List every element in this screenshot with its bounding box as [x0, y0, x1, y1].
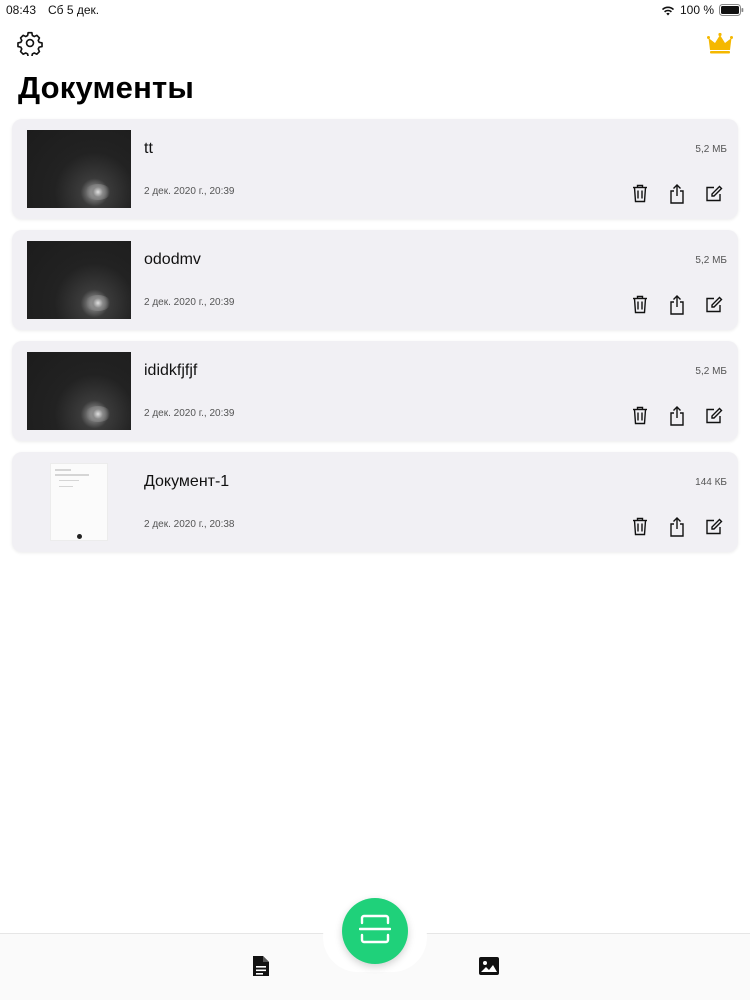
edit-icon: [705, 518, 723, 536]
edit-button[interactable]: [703, 405, 724, 426]
tab-documents[interactable]: [251, 955, 271, 977]
status-bar: 08:43 Сб 5 дек. 100 %: [0, 0, 750, 20]
status-time: 08:43: [6, 3, 37, 17]
document-size: 5,2 МБ: [695, 255, 727, 266]
document-name: tt: [144, 140, 153, 157]
document-actions: [629, 405, 724, 426]
document-size: 5,2 МБ: [695, 144, 727, 155]
delete-button[interactable]: [629, 183, 650, 204]
battery-percent: 100 %: [679, 3, 714, 17]
status-date: Сб 5 дек.: [48, 3, 100, 17]
wifi-icon: [661, 5, 675, 16]
document-actions: [629, 516, 724, 537]
page-title: Документы: [18, 70, 195, 105]
document-card[interactable]: ididkfjfjf 5,2 МБ 2 дек. 2020 г., 20:39: [12, 341, 738, 441]
edit-button[interactable]: [703, 294, 724, 315]
settings-button[interactable]: [17, 30, 43, 58]
tab-gallery[interactable]: [478, 956, 500, 976]
battery-icon: [719, 4, 744, 16]
document-thumbnail: [27, 352, 131, 430]
document-name: Документ-1: [144, 473, 230, 490]
documents-screen: 08:43 Сб 5 дек. 100 % Документы tt 5,2 М…: [0, 0, 750, 1000]
status-indicators: 100 %: [661, 3, 744, 17]
document-thumbnail: [50, 463, 108, 541]
share-icon: [669, 183, 685, 204]
document-thumbnail: [27, 130, 131, 208]
edit-icon: [705, 407, 723, 425]
edit-button[interactable]: [703, 516, 724, 537]
document-date: 2 дек. 2020 г., 20:39: [144, 297, 235, 308]
document-list: tt 5,2 МБ 2 дек. 2020 г., 20:39 ododmv 5…: [12, 119, 738, 563]
gallery-icon: [478, 957, 500, 980]
document-card[interactable]: Документ-1 144 КБ 2 дек. 2020 г., 20:38: [12, 452, 738, 552]
document-actions: [629, 294, 724, 315]
document-date: 2 дек. 2020 г., 20:39: [144, 408, 235, 419]
document-icon: [251, 956, 271, 981]
share-button[interactable]: [666, 294, 687, 315]
share-icon: [669, 405, 685, 426]
document-name: ododmv: [144, 251, 201, 268]
scan-icon: [358, 914, 392, 949]
trash-icon: [632, 184, 648, 203]
document-name: ididkfjfjf: [144, 362, 198, 379]
premium-button[interactable]: [707, 32, 733, 54]
edit-button[interactable]: [703, 183, 724, 204]
document-card[interactable]: tt 5,2 МБ 2 дек. 2020 г., 20:39: [12, 119, 738, 219]
trash-icon: [632, 406, 648, 425]
document-thumbnail: [27, 241, 131, 319]
scan-button[interactable]: [342, 898, 408, 964]
edit-icon: [705, 185, 723, 203]
share-icon: [669, 516, 685, 537]
document-date: 2 дек. 2020 г., 20:39: [144, 186, 235, 197]
share-button[interactable]: [666, 183, 687, 204]
document-date: 2 дек. 2020 г., 20:38: [144, 519, 235, 530]
document-actions: [629, 183, 724, 204]
delete-button[interactable]: [629, 516, 650, 537]
document-card[interactable]: ododmv 5,2 МБ 2 дек. 2020 г., 20:39: [12, 230, 738, 330]
delete-button[interactable]: [629, 405, 650, 426]
gear-icon: [17, 31, 43, 60]
trash-icon: [632, 517, 648, 536]
share-button[interactable]: [666, 516, 687, 537]
share-icon: [669, 294, 685, 315]
crown-icon: [707, 32, 733, 58]
document-size: 5,2 МБ: [695, 366, 727, 377]
trash-icon: [632, 295, 648, 314]
delete-button[interactable]: [629, 294, 650, 315]
edit-icon: [705, 296, 723, 314]
document-size: 144 КБ: [695, 477, 727, 488]
share-button[interactable]: [666, 405, 687, 426]
